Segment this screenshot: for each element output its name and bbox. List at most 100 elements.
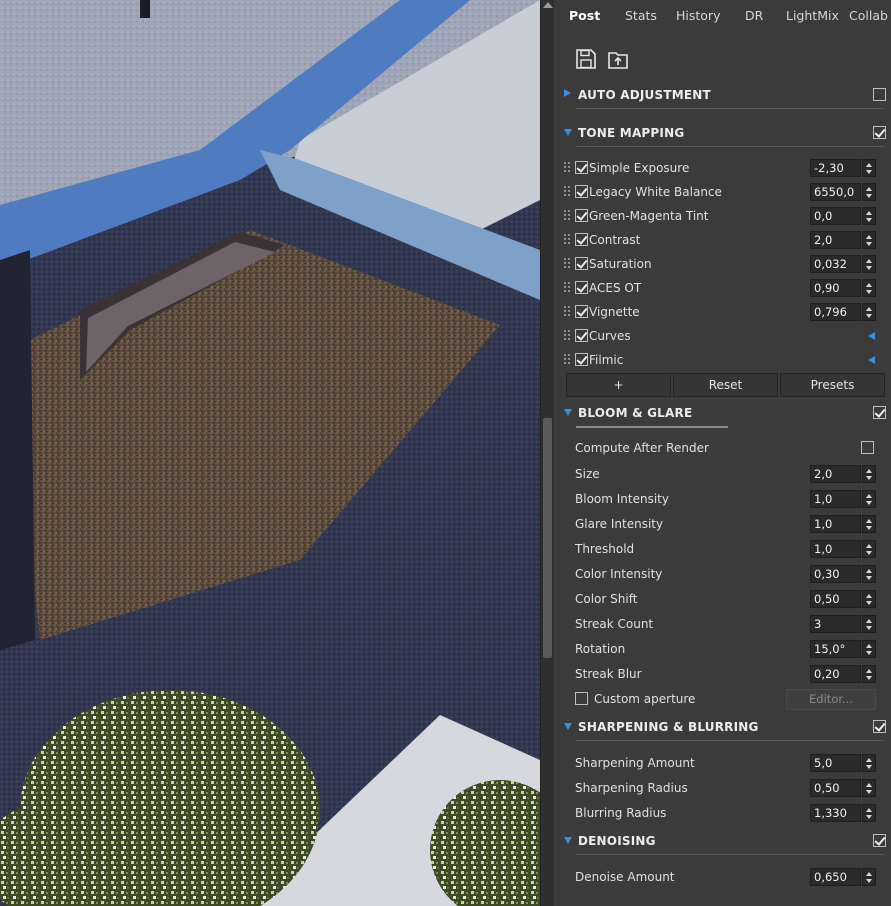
item-checkbox[interactable] xyxy=(575,281,588,294)
spin-down-icon[interactable] xyxy=(866,501,872,505)
spin-down-icon[interactable] xyxy=(866,576,872,580)
spin-down-icon[interactable] xyxy=(866,476,872,480)
value-spinner[interactable] xyxy=(862,231,876,249)
value-field[interactable]: 1,0 xyxy=(810,540,861,558)
spin-down-icon[interactable] xyxy=(866,879,872,883)
item-checkbox[interactable] xyxy=(575,185,588,198)
expand-arrow-icon[interactable] xyxy=(564,89,571,97)
value-field[interactable]: -2,30 xyxy=(810,159,861,177)
item-checkbox[interactable] xyxy=(575,209,588,222)
value-field[interactable]: 0,50 xyxy=(810,779,861,797)
value-field[interactable]: 0,20 xyxy=(810,665,861,683)
value-field[interactable]: 1,330 xyxy=(810,804,861,822)
drag-handle-icon[interactable] xyxy=(564,186,570,197)
value-spinner[interactable] xyxy=(862,490,876,508)
spin-up-icon[interactable] xyxy=(866,259,872,263)
reset-button[interactable]: Reset xyxy=(673,373,778,397)
value-spinner[interactable] xyxy=(862,590,876,608)
glare-intensity-row[interactable]: Glare Intensity 1,0 xyxy=(554,513,891,535)
item-checkbox[interactable] xyxy=(575,353,588,366)
sharpening-checkbox[interactable] xyxy=(873,720,886,733)
tone-item-curves[interactable]: Curves xyxy=(554,325,891,347)
streak-blur-row[interactable]: Streak Blur 0,20 xyxy=(554,663,891,685)
value-field[interactable]: 0,032 xyxy=(810,255,861,273)
spin-down-icon[interactable] xyxy=(866,290,872,294)
denoise-amount-row[interactable]: Denoise Amount 0,650 xyxy=(554,866,891,888)
spin-up-icon[interactable] xyxy=(866,872,872,876)
tone-item-saturation[interactable]: Saturation 0,032 xyxy=(554,253,891,275)
tone-item-white-balance[interactable]: Legacy White Balance 6550,0 xyxy=(554,181,891,203)
section-sharpening-blurring[interactable]: SHARPENING & BLURRING xyxy=(564,718,886,741)
spin-down-icon[interactable] xyxy=(866,526,872,530)
collapse-arrow-icon[interactable] xyxy=(564,129,572,136)
compute-after-render-row[interactable]: Compute After Render xyxy=(554,437,891,459)
value-spinner[interactable] xyxy=(862,303,876,321)
threshold-row[interactable]: Threshold 1,0 xyxy=(554,538,891,560)
color-intensity-row[interactable]: Color Intensity 0,30 xyxy=(554,563,891,585)
item-checkbox[interactable] xyxy=(575,305,588,318)
spin-up-icon[interactable] xyxy=(866,187,872,191)
spin-up-icon[interactable] xyxy=(866,808,872,812)
spin-up-icon[interactable] xyxy=(866,619,872,623)
item-checkbox[interactable] xyxy=(575,161,588,174)
value-field[interactable]: 1,0 xyxy=(810,515,861,533)
spin-down-icon[interactable] xyxy=(866,266,872,270)
value-spinner[interactable] xyxy=(862,868,876,886)
value-field[interactable]: 2,0 xyxy=(810,465,861,483)
spin-up-icon[interactable] xyxy=(866,211,872,215)
sharpening-amount-row[interactable]: Sharpening Amount 5,0 xyxy=(554,752,891,774)
spin-down-icon[interactable] xyxy=(866,242,872,246)
spin-down-icon[interactable] xyxy=(866,170,872,174)
bloom-glare-checkbox[interactable] xyxy=(873,406,886,419)
save-icon[interactable] xyxy=(574,47,598,71)
spin-down-icon[interactable] xyxy=(866,815,872,819)
value-field[interactable]: 0,0 xyxy=(810,207,861,225)
tab-stats[interactable]: Stats xyxy=(625,8,657,23)
scroll-up-arrow-icon[interactable] xyxy=(543,2,553,8)
spin-up-icon[interactable] xyxy=(866,519,872,523)
value-field[interactable]: 3 xyxy=(810,615,861,633)
denoising-checkbox[interactable] xyxy=(873,834,886,847)
value-spinner[interactable] xyxy=(862,207,876,225)
expand-arrow-icon[interactable] xyxy=(868,332,875,340)
value-field[interactable]: 0,30 xyxy=(810,565,861,583)
color-shift-row[interactable]: Color Shift 0,50 xyxy=(554,588,891,610)
value-field[interactable]: 0,50 xyxy=(810,590,861,608)
spin-up-icon[interactable] xyxy=(866,283,872,287)
section-auto-adjustment[interactable]: AUTO ADJUSTMENT xyxy=(564,86,886,109)
tab-history[interactable]: History xyxy=(676,8,720,23)
spin-up-icon[interactable] xyxy=(866,494,872,498)
collapse-arrow-icon[interactable] xyxy=(564,409,572,416)
section-tone-mapping[interactable]: TONE MAPPING xyxy=(564,124,886,147)
sharpening-radius-row[interactable]: Sharpening Radius 0,50 xyxy=(554,777,891,799)
tone-item-vignette[interactable]: Vignette 0,796 xyxy=(554,301,891,323)
spin-up-icon[interactable] xyxy=(866,544,872,548)
spin-down-icon[interactable] xyxy=(866,676,872,680)
value-field[interactable]: 0,796 xyxy=(810,303,861,321)
value-field[interactable]: 1,0 xyxy=(810,490,861,508)
drag-handle-icon[interactable] xyxy=(564,330,570,341)
spin-down-icon[interactable] xyxy=(866,551,872,555)
spin-up-icon[interactable] xyxy=(866,758,872,762)
spin-up-icon[interactable] xyxy=(866,469,872,473)
spin-up-icon[interactable] xyxy=(866,644,872,648)
tab-lightmix[interactable]: LightMix xyxy=(786,8,839,23)
aperture-editor-button[interactable]: Editor... xyxy=(786,689,876,710)
item-checkbox[interactable] xyxy=(575,329,588,342)
value-field[interactable]: 2,0 xyxy=(810,231,861,249)
value-spinner[interactable] xyxy=(862,465,876,483)
section-denoising[interactable]: DENOISING xyxy=(564,832,886,855)
tone-item-aces-ot[interactable]: ACES OT 0,90 xyxy=(554,277,891,299)
drag-handle-icon[interactable] xyxy=(564,210,570,221)
tab-collab[interactable]: Collab xyxy=(849,8,888,23)
tab-dr[interactable]: DR xyxy=(745,8,763,23)
load-icon[interactable] xyxy=(606,47,630,71)
streak-count-row[interactable]: Streak Count 3 xyxy=(554,613,891,635)
spin-up-icon[interactable] xyxy=(866,783,872,787)
value-spinner[interactable] xyxy=(862,183,876,201)
value-spinner[interactable] xyxy=(862,615,876,633)
spin-down-icon[interactable] xyxy=(866,790,872,794)
custom-aperture-checkbox[interactable] xyxy=(575,692,588,705)
drag-handle-icon[interactable] xyxy=(564,258,570,269)
spin-up-icon[interactable] xyxy=(866,307,872,311)
